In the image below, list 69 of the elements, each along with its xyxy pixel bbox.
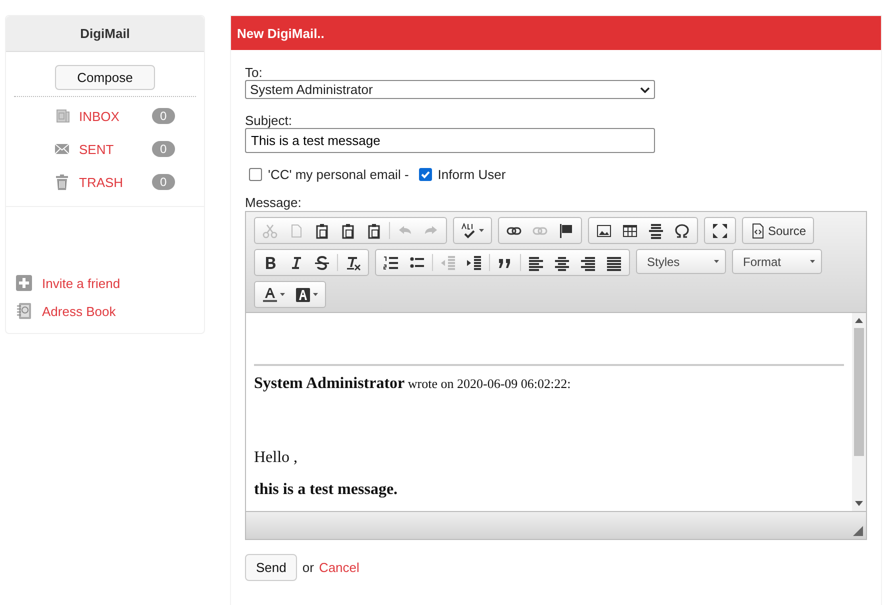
recipient-dropdown[interactable]: System Administrator	[245, 80, 655, 99]
sidebar-link[interactable]: Invite a friend	[42, 276, 120, 290]
checkbox-label: Inform User	[438, 167, 506, 182]
message-paragraph: this is a test message.	[254, 481, 399, 499]
field-label: Message:	[245, 195, 302, 210]
quote-header: System Administrator wrote on 2020-06-09 06:02:22:	[254, 375, 572, 393]
count-badge: 0	[152, 108, 175, 124]
scroll-up-icon[interactable]	[855, 318, 863, 323]
text-color-icon	[262, 286, 278, 302]
scrollbar[interactable]	[852, 313, 866, 511]
count-badge: 0	[152, 141, 175, 157]
subject-field[interactable]: This is a test message	[245, 128, 655, 153]
tray-icon	[54, 108, 70, 124]
field-label: To:	[245, 65, 264, 80]
caret-icon	[280, 293, 285, 296]
indent-icon	[466, 254, 482, 270]
folder-link[interactable]: INBOX	[79, 108, 152, 124]
image-icon	[596, 222, 612, 238]
omega-icon	[674, 222, 690, 238]
horizontal-line-icon	[648, 222, 664, 238]
caret-icon	[640, 86, 650, 92]
checkbox[interactable]	[418, 168, 432, 181]
panel-title: New DigiMail..	[231, 16, 881, 50]
justify-icon	[606, 254, 622, 270]
sidebar-link[interactable]: Adress Book	[42, 304, 116, 318]
folder-link[interactable]: TRASH	[79, 174, 152, 190]
envelope-icon	[54, 141, 70, 157]
address-book-icon	[16, 303, 32, 319]
combo-dropdown[interactable]: Styles	[636, 249, 726, 274]
clipboard-word-icon	[366, 222, 382, 238]
plus-icon	[16, 275, 32, 291]
message-body[interactable]: System Administrator wrote on 2020-06-09 06:02:22: Hello , this is a test message.	[246, 313, 852, 511]
table-icon	[622, 222, 638, 238]
cancel-link[interactable]: Cancel	[318, 560, 360, 575]
align-left-icon	[528, 254, 544, 270]
numbered-list-icon	[383, 254, 399, 270]
align-center-icon	[554, 254, 570, 270]
maximize-icon	[712, 222, 728, 238]
align-right-icon	[580, 254, 596, 270]
remove-format-icon	[345, 254, 361, 270]
clipboard-icon	[314, 222, 330, 238]
outdent-icon	[440, 254, 456, 270]
trash-icon	[54, 174, 70, 190]
scroll-down-icon[interactable]	[855, 501, 863, 506]
checkbox[interactable]	[249, 168, 262, 181]
spellcheck-icon	[461, 222, 477, 238]
send-button[interactable]: Send	[245, 554, 298, 581]
compose-button[interactable]: Compose	[55, 65, 155, 90]
bulleted-list-icon	[409, 254, 425, 270]
flag-icon	[558, 222, 574, 238]
field-label: Subject:	[245, 113, 293, 128]
caret-icon	[313, 293, 318, 296]
scissors-icon	[262, 222, 278, 238]
sidebar-title: DigiMail	[6, 16, 204, 52]
strikethrough-icon	[314, 254, 330, 270]
count-badge: 0	[152, 174, 175, 190]
caret-icon	[479, 229, 484, 232]
checkbox-label: 'CC' my personal email -	[268, 167, 409, 182]
or-text: or	[302, 560, 314, 575]
folder-link[interactable]: SENT	[79, 142, 152, 156]
clipboard-text-icon	[340, 222, 356, 238]
background-color-icon	[295, 286, 311, 302]
message-paragraph: Hello ,	[254, 449, 299, 467]
caret-icon	[810, 260, 815, 263]
resize-grip-icon[interactable]	[853, 526, 863, 536]
combo-dropdown[interactable]: Format	[732, 249, 822, 274]
source-icon	[750, 222, 766, 238]
source-button[interactable]: Source	[745, 220, 812, 242]
caret-icon	[714, 260, 719, 263]
